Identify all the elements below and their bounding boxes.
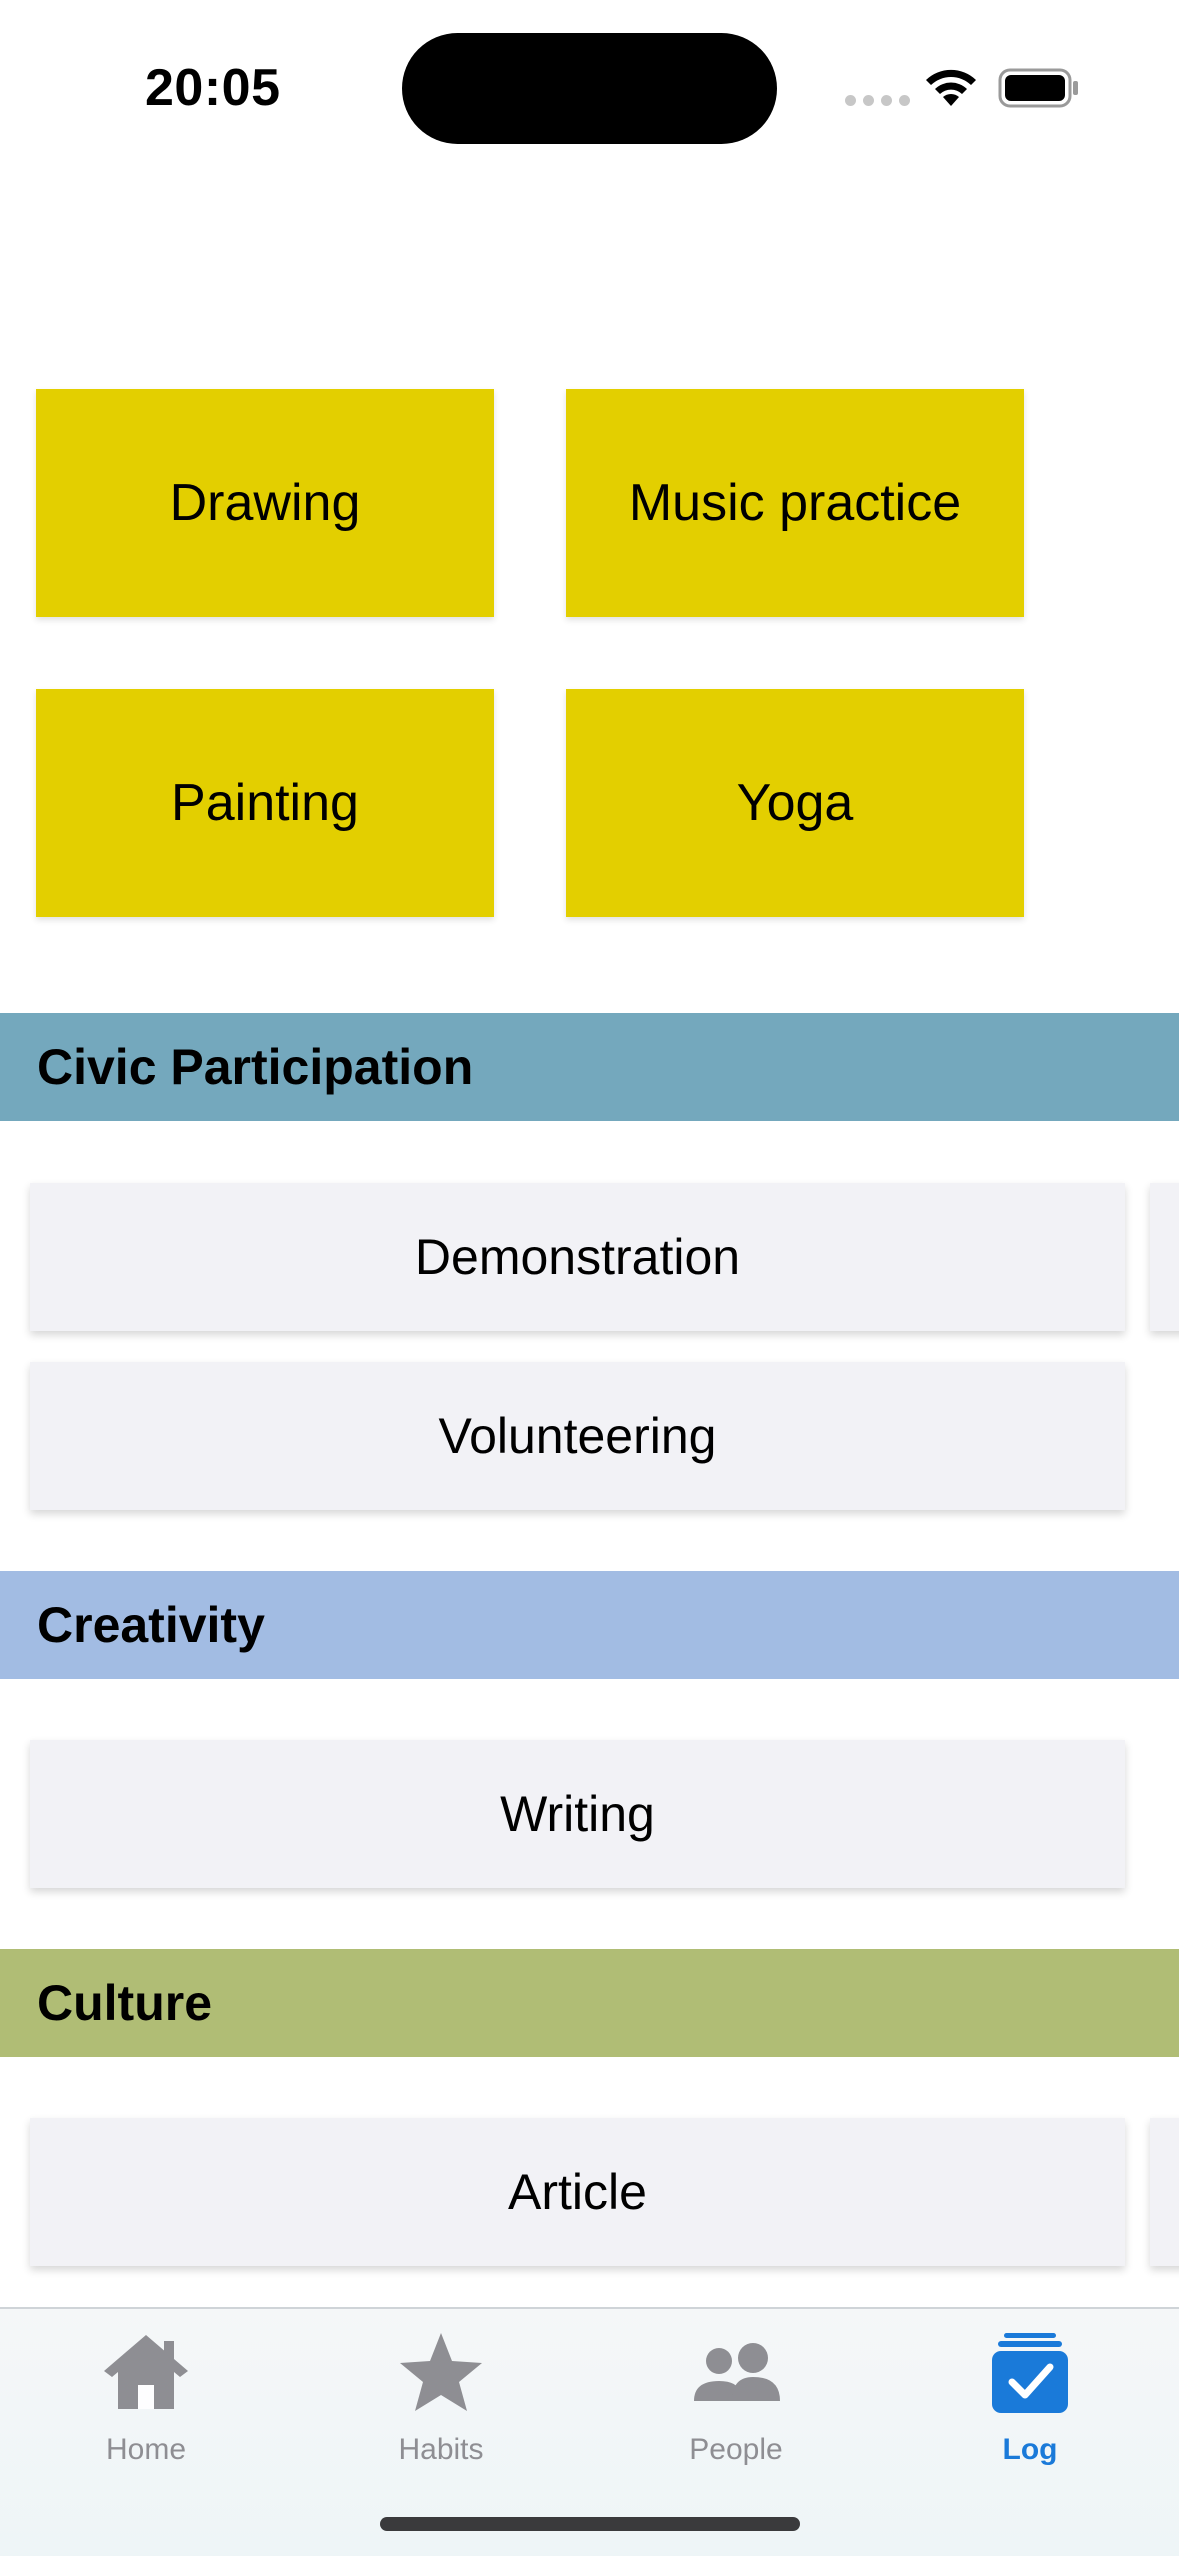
tab-label: Log [1002,2433,1058,2466]
featured-tile-label: Music practice [628,474,962,532]
action-card-label: Demonstration [414,1229,741,1285]
action-card-peek[interactable] [1150,1183,1179,1331]
action-card-volunteering[interactable]: Volunteering [30,1362,1125,1510]
tab-people[interactable]: People [636,2325,836,2467]
action-card-article[interactable]: Article [30,2118,1125,2266]
star-icon [400,2333,482,2411]
featured-tile-painting[interactable]: Painting [36,689,494,917]
house-icon [104,2335,188,2409]
wifi-icon [926,69,976,106]
home-indicator [380,2517,800,2531]
category-header-culture: Culture [0,1949,1179,2057]
category-title: Culture [37,1975,212,2031]
action-card-label: Writing [500,1786,655,1842]
category-header-civic-participation: Civic Participation [0,1013,1179,1121]
featured-tile-label: Drawing [169,474,361,532]
tab-habits[interactable]: Habits [341,2325,541,2467]
action-card-label: Article [508,2164,647,2220]
action-card-demonstration[interactable]: Demonstration [30,1183,1125,1331]
status-time: 20:05 [145,59,281,117]
tab-home[interactable]: Home [46,2325,246,2467]
tab-label: People [689,2433,783,2466]
cellular-signal-icon [845,95,910,106]
featured-tile-drawing[interactable]: Drawing [36,389,494,617]
action-card-peek[interactable] [1150,2118,1179,2266]
tab-log[interactable]: Log [930,2325,1130,2467]
category-title: Civic Participation [37,1039,474,1095]
featured-tile-music-practice[interactable]: Music practice [566,389,1024,617]
dynamic-island [402,33,777,144]
featured-tile-label: Yoga [736,774,854,832]
action-card-label: Volunteering [438,1408,717,1464]
category-title: Creativity [37,1597,265,1653]
action-card-writing[interactable]: Writing [30,1740,1125,1888]
category-header-creativity: Creativity [0,1571,1179,1679]
featured-tile-label: Painting [171,774,359,832]
tab-label: Habits [398,2433,484,2466]
tab-label: Home [105,2433,187,2466]
checklist-icon [992,2333,1068,2413]
people-icon [694,2343,780,2401]
battery-icon [998,68,1078,108]
featured-tile-yoga[interactable]: Yoga [566,689,1024,917]
